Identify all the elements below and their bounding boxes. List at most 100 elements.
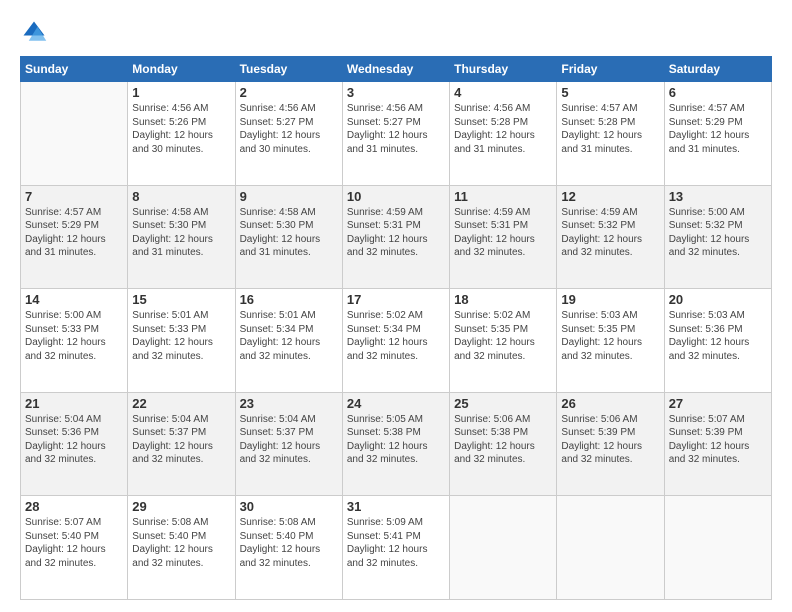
calendar-day-cell: 25 Sunrise: 5:06 AMSunset: 5:38 PMDaylig… (450, 392, 557, 496)
day-number: 10 (347, 189, 445, 204)
day-number: 6 (669, 85, 767, 100)
day-number: 8 (132, 189, 230, 204)
logo (20, 18, 54, 46)
day-number: 1 (132, 85, 230, 100)
calendar-day-cell: 6 Sunrise: 4:57 AMSunset: 5:29 PMDayligh… (664, 82, 771, 186)
day-info: Sunrise: 4:56 AMSunset: 5:27 PMDaylight:… (240, 103, 321, 155)
header (20, 18, 772, 46)
day-info: Sunrise: 5:06 AMSunset: 5:38 PMDaylight:… (454, 414, 535, 466)
day-number: 27 (669, 396, 767, 411)
calendar-day-cell: 21 Sunrise: 5:04 AMSunset: 5:36 PMDaylig… (21, 392, 128, 496)
calendar-day-cell: 20 Sunrise: 5:03 AMSunset: 5:36 PMDaylig… (664, 289, 771, 393)
calendar-day-cell: 26 Sunrise: 5:06 AMSunset: 5:39 PMDaylig… (557, 392, 664, 496)
calendar-day-cell: 7 Sunrise: 4:57 AMSunset: 5:29 PMDayligh… (21, 185, 128, 289)
day-number: 5 (561, 85, 659, 100)
day-number: 9 (240, 189, 338, 204)
day-info: Sunrise: 4:59 AMSunset: 5:31 PMDaylight:… (347, 207, 428, 259)
day-number: 30 (240, 499, 338, 514)
calendar-day-cell: 27 Sunrise: 5:07 AMSunset: 5:39 PMDaylig… (664, 392, 771, 496)
day-info: Sunrise: 5:04 AMSunset: 5:37 PMDaylight:… (240, 414, 321, 466)
day-info: Sunrise: 4:56 AMSunset: 5:26 PMDaylight:… (132, 103, 213, 155)
day-info: Sunrise: 5:02 AMSunset: 5:35 PMDaylight:… (454, 310, 535, 362)
day-number: 13 (669, 189, 767, 204)
logo-icon (20, 18, 48, 46)
day-info: Sunrise: 4:59 AMSunset: 5:31 PMDaylight:… (454, 207, 535, 259)
calendar-day-cell: 4 Sunrise: 4:56 AMSunset: 5:28 PMDayligh… (450, 82, 557, 186)
day-number: 20 (669, 292, 767, 307)
day-number: 2 (240, 85, 338, 100)
calendar-day-cell (664, 496, 771, 600)
day-info: Sunrise: 5:03 AMSunset: 5:35 PMDaylight:… (561, 310, 642, 362)
day-info: Sunrise: 5:07 AMSunset: 5:39 PMDaylight:… (669, 414, 750, 466)
day-number: 4 (454, 85, 552, 100)
day-number: 7 (25, 189, 123, 204)
day-number: 16 (240, 292, 338, 307)
day-number: 24 (347, 396, 445, 411)
day-info: Sunrise: 5:01 AMSunset: 5:33 PMDaylight:… (132, 310, 213, 362)
calendar-day-cell: 28 Sunrise: 5:07 AMSunset: 5:40 PMDaylig… (21, 496, 128, 600)
calendar-day-cell: 22 Sunrise: 5:04 AMSunset: 5:37 PMDaylig… (128, 392, 235, 496)
calendar-day-cell: 8 Sunrise: 4:58 AMSunset: 5:30 PMDayligh… (128, 185, 235, 289)
day-info: Sunrise: 4:57 AMSunset: 5:29 PMDaylight:… (669, 103, 750, 155)
day-number: 11 (454, 189, 552, 204)
day-number: 3 (347, 85, 445, 100)
day-number: 31 (347, 499, 445, 514)
day-number: 23 (240, 396, 338, 411)
day-number: 18 (454, 292, 552, 307)
calendar-day-cell: 2 Sunrise: 4:56 AMSunset: 5:27 PMDayligh… (235, 82, 342, 186)
calendar-day-cell: 5 Sunrise: 4:57 AMSunset: 5:28 PMDayligh… (557, 82, 664, 186)
day-info: Sunrise: 5:00 AMSunset: 5:32 PMDaylight:… (669, 207, 750, 259)
calendar-day-cell: 24 Sunrise: 5:05 AMSunset: 5:38 PMDaylig… (342, 392, 449, 496)
day-number: 19 (561, 292, 659, 307)
day-info: Sunrise: 5:08 AMSunset: 5:40 PMDaylight:… (240, 517, 321, 569)
calendar-day-cell: 15 Sunrise: 5:01 AMSunset: 5:33 PMDaylig… (128, 289, 235, 393)
calendar-day-cell (557, 496, 664, 600)
day-number: 28 (25, 499, 123, 514)
day-info: Sunrise: 5:04 AMSunset: 5:36 PMDaylight:… (25, 414, 106, 466)
day-info: Sunrise: 4:58 AMSunset: 5:30 PMDaylight:… (132, 207, 213, 259)
day-info: Sunrise: 4:57 AMSunset: 5:28 PMDaylight:… (561, 103, 642, 155)
day-info: Sunrise: 5:09 AMSunset: 5:41 PMDaylight:… (347, 517, 428, 569)
day-number: 17 (347, 292, 445, 307)
day-info: Sunrise: 5:05 AMSunset: 5:38 PMDaylight:… (347, 414, 428, 466)
calendar-day-cell: 29 Sunrise: 5:08 AMSunset: 5:40 PMDaylig… (128, 496, 235, 600)
calendar-week-row: 21 Sunrise: 5:04 AMSunset: 5:36 PMDaylig… (21, 392, 772, 496)
calendar-week-row: 14 Sunrise: 5:00 AMSunset: 5:33 PMDaylig… (21, 289, 772, 393)
day-info: Sunrise: 5:01 AMSunset: 5:34 PMDaylight:… (240, 310, 321, 362)
day-info: Sunrise: 5:03 AMSunset: 5:36 PMDaylight:… (669, 310, 750, 362)
day-info: Sunrise: 5:00 AMSunset: 5:33 PMDaylight:… (25, 310, 106, 362)
day-number: 29 (132, 499, 230, 514)
page: SundayMondayTuesdayWednesdayThursdayFrid… (0, 0, 792, 612)
weekday-header-cell: Tuesday (235, 57, 342, 82)
day-number: 15 (132, 292, 230, 307)
day-info: Sunrise: 4:57 AMSunset: 5:29 PMDaylight:… (25, 207, 106, 259)
calendar-day-cell (450, 496, 557, 600)
calendar-day-cell: 19 Sunrise: 5:03 AMSunset: 5:35 PMDaylig… (557, 289, 664, 393)
calendar-day-cell: 9 Sunrise: 4:58 AMSunset: 5:30 PMDayligh… (235, 185, 342, 289)
calendar-day-cell: 13 Sunrise: 5:00 AMSunset: 5:32 PMDaylig… (664, 185, 771, 289)
weekday-header-cell: Saturday (664, 57, 771, 82)
weekday-header-cell: Thursday (450, 57, 557, 82)
calendar-day-cell: 18 Sunrise: 5:02 AMSunset: 5:35 PMDaylig… (450, 289, 557, 393)
day-info: Sunrise: 4:56 AMSunset: 5:28 PMDaylight:… (454, 103, 535, 155)
day-number: 14 (25, 292, 123, 307)
calendar-week-row: 1 Sunrise: 4:56 AMSunset: 5:26 PMDayligh… (21, 82, 772, 186)
calendar-day-cell: 31 Sunrise: 5:09 AMSunset: 5:41 PMDaylig… (342, 496, 449, 600)
calendar-day-cell: 16 Sunrise: 5:01 AMSunset: 5:34 PMDaylig… (235, 289, 342, 393)
day-number: 12 (561, 189, 659, 204)
weekday-header-cell: Sunday (21, 57, 128, 82)
day-info: Sunrise: 5:07 AMSunset: 5:40 PMDaylight:… (25, 517, 106, 569)
calendar-table: SundayMondayTuesdayWednesdayThursdayFrid… (20, 56, 772, 600)
calendar-week-row: 28 Sunrise: 5:07 AMSunset: 5:40 PMDaylig… (21, 496, 772, 600)
day-number: 25 (454, 396, 552, 411)
day-info: Sunrise: 5:02 AMSunset: 5:34 PMDaylight:… (347, 310, 428, 362)
calendar-day-cell: 11 Sunrise: 4:59 AMSunset: 5:31 PMDaylig… (450, 185, 557, 289)
calendar-day-cell: 14 Sunrise: 5:00 AMSunset: 5:33 PMDaylig… (21, 289, 128, 393)
day-info: Sunrise: 4:58 AMSunset: 5:30 PMDaylight:… (240, 207, 321, 259)
calendar-body: 1 Sunrise: 4:56 AMSunset: 5:26 PMDayligh… (21, 82, 772, 600)
calendar-week-row: 7 Sunrise: 4:57 AMSunset: 5:29 PMDayligh… (21, 185, 772, 289)
day-info: Sunrise: 5:08 AMSunset: 5:40 PMDaylight:… (132, 517, 213, 569)
day-info: Sunrise: 4:56 AMSunset: 5:27 PMDaylight:… (347, 103, 428, 155)
weekday-header-row: SundayMondayTuesdayWednesdayThursdayFrid… (21, 57, 772, 82)
calendar-day-cell: 17 Sunrise: 5:02 AMSunset: 5:34 PMDaylig… (342, 289, 449, 393)
